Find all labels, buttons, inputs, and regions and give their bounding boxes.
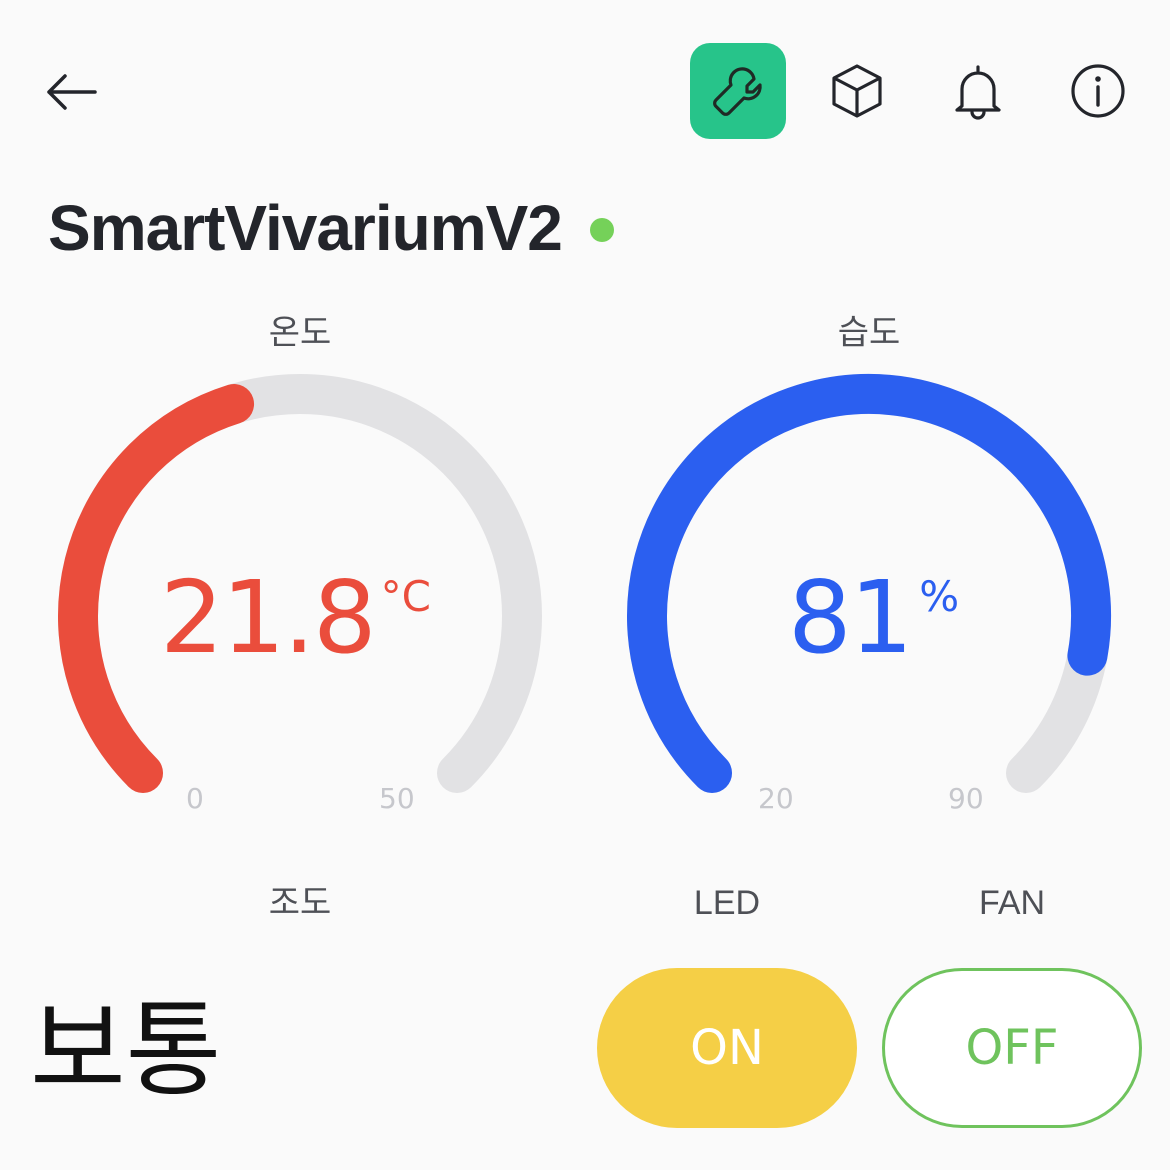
temperature-min: 0	[186, 782, 204, 815]
gauges-canvas	[58, 374, 1111, 793]
temperature-readout: 21.8 °C	[160, 568, 431, 668]
humidity-value: 81	[788, 559, 913, 676]
humidity-readout: 81 %	[788, 568, 959, 668]
fan-toggle-button[interactable]: OFF	[882, 968, 1142, 1128]
humidity-min: 20	[758, 782, 794, 815]
temperature-max: 50	[379, 782, 415, 815]
humidity-unit: %	[919, 572, 960, 621]
illuminance-value: 보통	[30, 989, 222, 1111]
illuminance-label: 조도	[268, 883, 332, 923]
temperature-unit: °C	[380, 572, 431, 621]
temperature-value: 21.8	[160, 559, 377, 676]
led-toggle-button[interactable]: ON	[597, 968, 857, 1128]
humidity-max: 90	[948, 782, 984, 815]
led-label: LED	[693, 884, 761, 922]
fan-label: FAN	[978, 884, 1046, 922]
